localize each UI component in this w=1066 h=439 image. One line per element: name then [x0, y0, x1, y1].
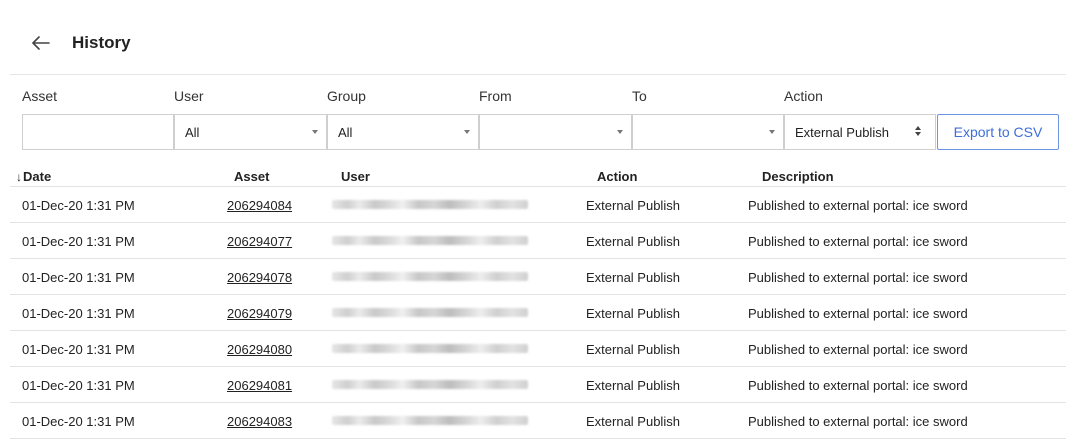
row-user-redacted	[332, 308, 528, 317]
table-row: 01-Dec-20 1:31 PM 206294083 External Pub…	[10, 403, 1066, 439]
table-row: 01-Dec-20 1:31 PM 206294078 External Pub…	[10, 259, 1066, 295]
asset-filter-input[interactable]	[22, 114, 174, 150]
row-user-redacted	[332, 272, 528, 281]
date-column-header[interactable]: ↓Date	[16, 169, 51, 184]
row-action: External Publish	[586, 270, 680, 285]
action-filter-value: External Publish	[795, 124, 889, 140]
row-action: External Publish	[586, 378, 680, 393]
row-description: Published to external portal: ice sword	[748, 198, 968, 213]
row-user-redacted	[332, 416, 528, 425]
description-column-header[interactable]: Description	[762, 169, 834, 184]
action-column-header[interactable]: Action	[597, 169, 637, 184]
table-row: 01-Dec-20 1:31 PM 206294080 External Pub…	[10, 331, 1066, 367]
row-asset-link[interactable]: 206294081	[227, 378, 292, 393]
row-date: 01-Dec-20 1:31 PM	[22, 198, 135, 213]
row-user-redacted	[332, 200, 528, 209]
group-filter-label: Group	[327, 88, 366, 104]
header-divider	[10, 74, 1066, 75]
chevron-down-icon	[617, 130, 623, 134]
row-description: Published to external portal: ice sword	[748, 234, 968, 249]
row-action: External Publish	[586, 342, 680, 357]
to-filter-label: To	[632, 88, 647, 104]
row-action: External Publish	[586, 198, 680, 213]
user-column-header[interactable]: User	[341, 169, 370, 184]
up-down-arrows-icon	[915, 126, 921, 138]
user-filter-value: All	[185, 124, 200, 140]
asset-column-header[interactable]: Asset	[234, 169, 269, 184]
table-row: 01-Dec-20 1:31 PM 206294084 External Pub…	[10, 187, 1066, 223]
arrow-left-icon[interactable]	[30, 32, 52, 54]
row-asset-link[interactable]: 206294084	[227, 198, 292, 213]
action-filter-select[interactable]: External Publish	[784, 114, 936, 150]
to-date-select[interactable]	[632, 114, 784, 150]
page-header: History	[30, 28, 131, 58]
row-date: 01-Dec-20 1:31 PM	[22, 306, 135, 321]
history-table-body: 01-Dec-20 1:31 PM 206294084 External Pub…	[10, 187, 1066, 439]
row-date: 01-Dec-20 1:31 PM	[22, 378, 135, 393]
row-user-redacted	[332, 380, 528, 389]
user-filter-label: User	[174, 88, 204, 104]
export-csv-button[interactable]: Export to CSV	[937, 114, 1059, 150]
chevron-down-icon	[312, 130, 318, 134]
row-asset-link[interactable]: 206294083	[227, 414, 292, 429]
row-date: 01-Dec-20 1:31 PM	[22, 270, 135, 285]
chevron-down-icon	[769, 130, 775, 134]
row-asset-link[interactable]: 206294079	[227, 306, 292, 321]
table-header: ↓Date Asset User Action Description	[10, 166, 1066, 187]
row-asset-link[interactable]: 206294078	[227, 270, 292, 285]
row-description: Published to external portal: ice sword	[748, 414, 968, 429]
row-asset-link[interactable]: 206294077	[227, 234, 292, 249]
page-title: History	[72, 33, 131, 52]
row-date: 01-Dec-20 1:31 PM	[22, 234, 135, 249]
user-filter-select[interactable]: All	[174, 114, 327, 150]
asset-filter-label: Asset	[22, 88, 58, 104]
arrow-down-icon: ↓	[16, 170, 22, 184]
from-filter-label: From	[479, 88, 512, 104]
row-action: External Publish	[586, 414, 680, 429]
table-row: 01-Dec-20 1:31 PM 206294077 External Pub…	[10, 223, 1066, 259]
row-user-redacted	[332, 236, 528, 245]
row-description: Published to external portal: ice sword	[748, 342, 968, 357]
action-filter-label: Action	[784, 88, 823, 104]
group-filter-value: All	[338, 124, 353, 140]
row-action: External Publish	[586, 306, 680, 321]
row-date: 01-Dec-20 1:31 PM	[22, 342, 135, 357]
row-description: Published to external portal: ice sword	[748, 306, 968, 321]
row-description: Published to external portal: ice sword	[748, 270, 968, 285]
chevron-down-icon	[464, 130, 470, 134]
row-asset-link[interactable]: 206294080	[227, 342, 292, 357]
row-user-redacted	[332, 344, 528, 353]
from-date-select[interactable]	[479, 114, 632, 150]
filter-bar: Asset User Group From To Action All All …	[0, 86, 1066, 156]
row-action: External Publish	[586, 234, 680, 249]
row-description: Published to external portal: ice sword	[748, 378, 968, 393]
date-header-label: Date	[23, 169, 52, 184]
table-row: 01-Dec-20 1:31 PM 206294079 External Pub…	[10, 295, 1066, 331]
group-filter-select[interactable]: All	[327, 114, 479, 150]
table-row: 01-Dec-20 1:31 PM 206294081 External Pub…	[10, 367, 1066, 403]
row-date: 01-Dec-20 1:31 PM	[22, 414, 135, 429]
